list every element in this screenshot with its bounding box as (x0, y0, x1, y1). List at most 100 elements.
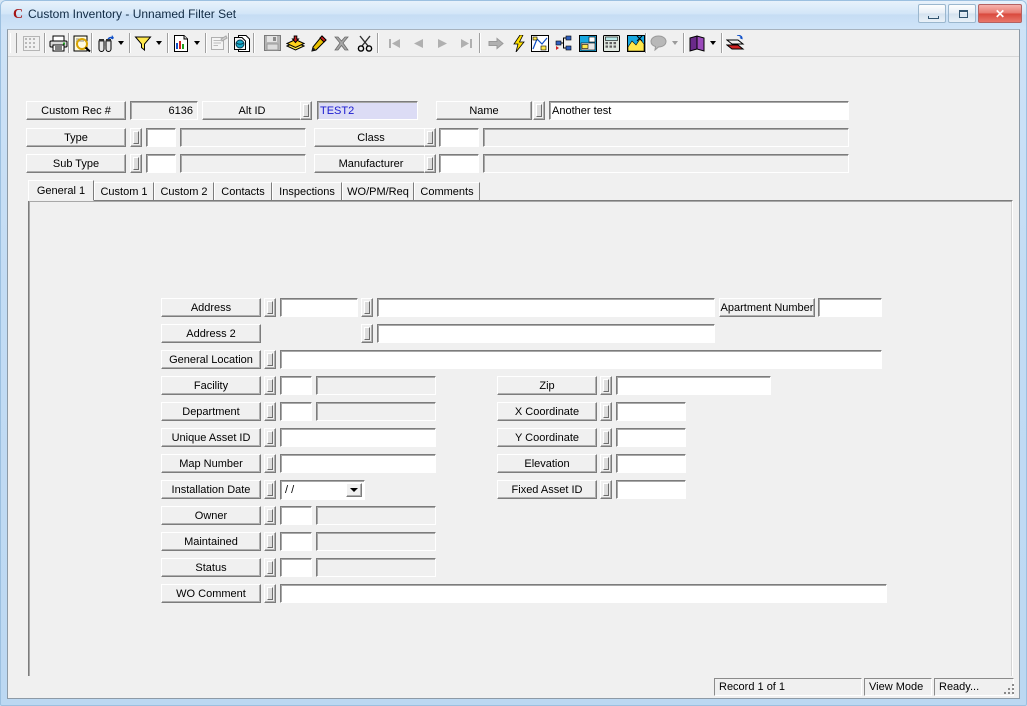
status-lookup-button[interactable] (264, 558, 276, 577)
fixed-asset-id-label[interactable]: Fixed Asset ID (497, 480, 597, 499)
facility-label[interactable]: Facility (161, 376, 261, 395)
custom-rec-label[interactable]: Custom Rec # (26, 101, 126, 120)
wo-comment-label[interactable]: WO Comment (161, 584, 261, 603)
tab-contacts[interactable]: Contacts (214, 182, 272, 201)
subtype-label[interactable]: Sub Type (26, 154, 126, 173)
owner-code-input[interactable] (280, 506, 312, 525)
maintained-code-input[interactable] (280, 532, 312, 551)
tab-wo-pm-req[interactable]: WO/PM/Req (342, 182, 414, 201)
x-coordinate-label[interactable]: X Coordinate (497, 402, 597, 421)
resize-grip-icon[interactable] (1002, 682, 1016, 696)
filter-dropdown-arrow-icon[interactable] (153, 32, 165, 54)
first-record-icon[interactable] (383, 32, 406, 54)
find-dropdown-arrow-icon[interactable] (115, 32, 127, 54)
print-icon[interactable] (47, 32, 70, 54)
books-module-icon[interactable] (685, 32, 708, 54)
elevation-label[interactable]: Elevation (497, 454, 597, 473)
filter-funnel-icon[interactable] (131, 32, 154, 54)
general-location-input[interactable] (280, 350, 882, 369)
class-code-input[interactable] (439, 128, 479, 147)
add-record-icon[interactable] (284, 32, 307, 54)
restore-button[interactable] (948, 4, 976, 23)
next-record-icon[interactable] (431, 32, 454, 54)
work-order-icon[interactable] (576, 32, 599, 54)
wo-comment-input[interactable] (280, 584, 887, 603)
type-code-input[interactable] (146, 128, 176, 147)
address-street-lookup-button[interactable] (361, 298, 373, 317)
map-number-input[interactable] (280, 454, 436, 473)
manufacturer-code-input[interactable] (439, 154, 479, 173)
name-lookup-button[interactable] (533, 101, 545, 120)
department-label[interactable]: Department (161, 402, 261, 421)
last-record-icon[interactable] (455, 32, 478, 54)
tab-custom-1[interactable]: Custom 1 (94, 182, 154, 201)
zip-label[interactable]: Zip (497, 376, 597, 395)
type-label[interactable]: Type (26, 128, 126, 147)
fixed-asset-id-input[interactable] (616, 480, 686, 499)
save-icon[interactable] (261, 32, 284, 54)
installation-date-lookup-button[interactable] (264, 480, 276, 499)
address-2-input[interactable] (377, 324, 715, 343)
facility-code-input[interactable] (280, 376, 312, 395)
class-label[interactable]: Class (314, 128, 428, 147)
y-coordinate-lookup-button[interactable] (600, 428, 612, 447)
goto-record-icon[interactable] (484, 32, 507, 54)
owner-lookup-button[interactable] (264, 506, 276, 525)
quick-action-lightning-icon[interactable] (507, 32, 530, 54)
help-balloon-icon[interactable] (647, 32, 670, 54)
installation-date-combo[interactable]: / / (280, 480, 365, 500)
fixed-asset-id-lookup-button[interactable] (600, 480, 612, 499)
print-preview-icon[interactable] (70, 32, 93, 54)
address-label[interactable]: Address (161, 298, 261, 317)
gis-link-icon[interactable] (624, 32, 647, 54)
zip-input[interactable] (616, 376, 771, 395)
tab-custom-2[interactable]: Custom 2 (154, 182, 214, 201)
previous-record-icon[interactable] (407, 32, 430, 54)
name-input[interactable]: Another test (549, 101, 849, 120)
address-2-lookup-button[interactable] (361, 324, 373, 343)
alt-id-input[interactable]: TEST2 (317, 101, 418, 120)
y-coordinate-input[interactable] (616, 428, 686, 447)
installation-date-label[interactable]: Installation Date (161, 480, 261, 499)
general-location-label[interactable]: General Location (161, 350, 261, 369)
department-lookup-button[interactable] (264, 402, 276, 421)
type-lookup-button[interactable] (130, 128, 142, 147)
delete-record-icon[interactable] (330, 32, 353, 54)
status-code-input[interactable] (280, 558, 312, 577)
manufacturer-lookup-button[interactable] (424, 154, 436, 173)
map-number-lookup-button[interactable] (264, 454, 276, 473)
maintained-lookup-button[interactable] (264, 532, 276, 551)
tab-comments[interactable]: Comments (414, 182, 480, 201)
cut-scissors-icon[interactable] (353, 32, 376, 54)
address-number-input[interactable] (280, 298, 358, 317)
name-label[interactable]: Name (436, 101, 532, 120)
department-code-input[interactable] (280, 402, 312, 421)
y-coordinate-label[interactable]: Y Coordinate (497, 428, 597, 447)
status-label[interactable]: Status (161, 558, 261, 577)
address-street-input[interactable] (377, 298, 715, 317)
help-dropdown-arrow-icon[interactable] (669, 32, 681, 54)
exit-icon[interactable] (724, 32, 747, 54)
tab-general-1[interactable]: General 1 (28, 180, 94, 201)
elevation-lookup-button[interactable] (600, 454, 612, 473)
map-view-icon[interactable] (528, 32, 551, 54)
grid-view-icon[interactable] (20, 32, 43, 54)
maintained-label[interactable]: Maintained (161, 532, 261, 551)
wo-comment-lookup-button[interactable] (264, 584, 276, 603)
chevron-down-icon[interactable] (346, 483, 362, 497)
apartment-number-label[interactable]: Apartment Number (719, 298, 815, 317)
minimize-button[interactable] (918, 4, 946, 23)
find-icon[interactable] (93, 32, 116, 54)
edit-record-icon[interactable] (307, 32, 330, 54)
elevation-input[interactable] (616, 454, 686, 473)
report-dropdown-arrow-icon[interactable] (191, 32, 203, 54)
copy-record-icon[interactable] (230, 32, 253, 54)
alt-id-label[interactable]: Alt ID (202, 101, 302, 120)
unique-asset-id-lookup-button[interactable] (264, 428, 276, 447)
toolbar-grip[interactable] (10, 33, 17, 53)
close-button[interactable]: ✕ (978, 4, 1022, 23)
facility-lookup-button[interactable] (264, 376, 276, 395)
x-coordinate-lookup-button[interactable] (600, 402, 612, 421)
address-number-lookup-button[interactable] (264, 298, 276, 317)
unique-asset-id-input[interactable] (280, 428, 436, 447)
